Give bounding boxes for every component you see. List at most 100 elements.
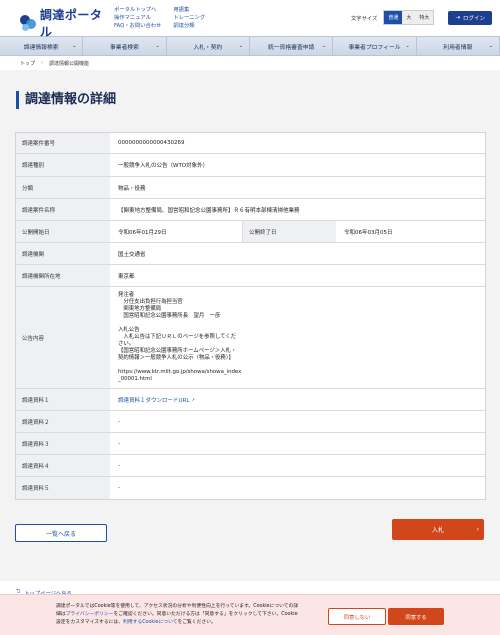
global-nav: 調達情報検索 ⌄ 事業者検索 ⌄ 入札・契約 ⌄ 統一資格審査申請 ⌄ 事業者プロフィー… xyxy=(0,36,500,56)
link-portal-top[interactable]: ポータルトップへ xyxy=(114,6,161,14)
table-row: 公開開始日 令和06年01月29日 公開終了日 令和06年03月05日 xyxy=(16,221,485,243)
link-manual[interactable]: 操作マニュアル xyxy=(114,14,161,22)
row-label: 調達資料２ xyxy=(16,411,110,432)
doc2-value: - xyxy=(118,418,120,425)
logo-mark-icon xyxy=(20,14,37,32)
row-label: 公開終了日 xyxy=(242,221,336,242)
cookie-message: 調達ポータルではCookie等を使用して、アクセス状況の分析や利便性向上を行って… xyxy=(56,603,320,627)
publish-start-date: 令和06年01月29日 xyxy=(118,229,167,236)
announcement-content: 発注者 分任支出負担行為担当官 関東地方整備局 国営昭和記念公園事務所長 望月 … xyxy=(118,292,242,382)
table-row: 調達機関所在地 東京都 xyxy=(16,265,485,287)
bid-button[interactable]: 入札 › xyxy=(392,519,484,540)
login-icon: ⇥ xyxy=(455,14,460,21)
nav-qualification[interactable]: 統一資格審査申請 ⌄ xyxy=(250,37,334,55)
row-label: 調達資料４ xyxy=(16,455,110,476)
page-title: 調達情報の詳細 xyxy=(16,91,500,109)
font-size-large-button[interactable]: 大 xyxy=(402,11,416,24)
publish-end-date: 令和06年03月05日 xyxy=(344,229,393,236)
chevron-down-icon: ⌄ xyxy=(155,43,160,49)
table-row: 公告内容 発注者 分任支出負担行為担当官 関東地方整備局 国営昭和記念公園事務所… xyxy=(16,287,485,389)
row-label: 公開開始日 xyxy=(16,221,110,242)
login-label: ログイン xyxy=(462,15,485,22)
breadcrumb-top[interactable]: トップ xyxy=(20,60,35,67)
detail-table: 調達案件番号 0000000000000430269 調達種別 一般競争入札の公… xyxy=(15,132,486,500)
row-label: 調達機関 xyxy=(16,243,110,264)
procuring-agency: 国土交通省 xyxy=(118,251,146,258)
row-label: 調達案件番号 xyxy=(16,133,110,153)
row-label: 調達資料５ xyxy=(16,477,110,499)
case-number: 0000000000000430269 xyxy=(118,140,185,146)
row-label: 公告内容 xyxy=(16,287,110,388)
nav-procurement-search[interactable]: 調達情報検索 ⌄ xyxy=(0,37,84,55)
chevron-down-icon: ⌄ xyxy=(238,43,243,49)
site-logo[interactable]: 調達ポータル xyxy=(20,6,110,40)
doc4-value: - xyxy=(118,462,120,469)
table-row: 調達案件名称 【関東地方整備局、国営昭和記念公園事務所】Ｒ６有明本部棟清掃他業務 xyxy=(16,199,485,221)
table-row: 調達資料１ 調達資料１ダウンロードURL ↗ xyxy=(16,389,485,411)
chevron-down-icon: ⌄ xyxy=(72,43,77,49)
font-size-switcher: 普通 大 特大 xyxy=(383,10,435,25)
bid-label: 入札 xyxy=(431,527,444,534)
nav-label: 事業者プロフィール xyxy=(348,44,401,51)
chevron-down-icon: ⌄ xyxy=(405,43,410,49)
table-row: 分類 物品・役務 xyxy=(16,177,485,199)
link-category[interactable]: 調達分類 xyxy=(173,22,205,30)
main-content: 調達情報の詳細 調達案件番号 0000000000000430269 調達種別 … xyxy=(0,70,500,597)
nav-label: 統一資格審査申請 xyxy=(267,44,315,51)
case-name: 【関東地方整備局、国営昭和記念公園事務所】Ｒ６有明本部棟清掃他業務 xyxy=(118,207,300,214)
table-row: 調達種別 一般競争入札の公告（WTO対象外） xyxy=(16,154,485,177)
cookie-text-line: をご確認ください。同意いただける方は「同意する」をクリックして下さい。Cooki… xyxy=(113,612,298,617)
cookie-accept-button[interactable]: 同意する xyxy=(388,608,444,625)
table-row: 調達機関 国土交通省 xyxy=(16,243,485,265)
header-links: ポータルトップへ 操作マニュアル FAQ・お問い合わせ 用語集 トレーニング 調… xyxy=(114,6,205,30)
chevron-right-icon: › xyxy=(41,60,44,66)
row-label: 調達案件名称 xyxy=(16,199,110,220)
nav-label: 利用者情報 xyxy=(443,44,473,51)
nav-label: 事業者検索 xyxy=(109,44,139,51)
nav-business-search[interactable]: 事業者検索 ⌄ xyxy=(83,37,167,55)
table-row: 調達資料４ - xyxy=(16,455,485,477)
privacy-policy-link[interactable]: プライバシーポリシー xyxy=(66,612,114,617)
cookie-usage-link[interactable]: 利用するCookieについて xyxy=(123,620,177,625)
cookie-text-line: 細は xyxy=(56,612,66,617)
chevron-down-icon: ⌄ xyxy=(322,43,327,49)
nav-user-info[interactable]: 利用者情報 ⌄ xyxy=(417,37,500,55)
external-link-icon: ↗ xyxy=(191,397,195,402)
chevron-right-icon: › xyxy=(476,526,479,533)
font-size-label: 文字サイズ xyxy=(351,15,378,22)
logo-text: 調達ポータル xyxy=(39,8,103,39)
doc3-value: - xyxy=(118,440,120,447)
agency-location: 東京都 xyxy=(118,273,135,280)
breadcrumb-current: 調達情報公開機能 xyxy=(49,60,90,67)
category: 物品・役務 xyxy=(118,185,146,192)
nav-bid-contract[interactable]: 入札・契約 ⌄ xyxy=(167,37,250,55)
table-row: 調達資料２ - xyxy=(16,411,485,433)
site-header: 調達ポータル ポータルトップへ 操作マニュアル FAQ・お問い合わせ 用語集 ト… xyxy=(0,0,500,39)
back-to-list-button[interactable]: 一覧へ戻る xyxy=(15,524,107,542)
cookie-text-line: 設定をカスタマイズするには、 xyxy=(56,620,124,625)
link-faq[interactable]: FAQ・お問い合わせ xyxy=(114,22,161,30)
table-row: 調達資料３ - xyxy=(16,433,485,455)
row-label: 調達機関所在地 xyxy=(16,265,110,286)
row-label: 調達種別 xyxy=(16,154,110,176)
nav-business-profile[interactable]: 事業者プロフィール ⌄ xyxy=(333,37,417,55)
row-label: 調達資料３ xyxy=(16,433,110,454)
cookie-banner: 調達ポータルではCookie等を使用して、アクセス状況の分析や利便性向上を行って… xyxy=(0,594,500,635)
cookie-text-line: 調達ポータルではCookie等を使用して、アクセス状況の分析や利便性向上を行って… xyxy=(56,604,299,609)
table-row: 調達案件番号 0000000000000430269 xyxy=(16,133,485,154)
nav-label: 入札・契約 xyxy=(193,44,223,51)
font-size-xlarge-button[interactable]: 特大 xyxy=(415,11,434,24)
cookie-text-line: をご覧ください。 xyxy=(177,620,216,625)
breadcrumb: トップ › 調達情報公開機能 xyxy=(0,56,500,70)
doc1-download-link[interactable]: 調達資料１ダウンロードURL xyxy=(118,396,189,404)
row-label: 分類 xyxy=(16,177,110,198)
doc5-value: - xyxy=(118,485,120,491)
procurement-type: 一般競争入札の公告（WTO対象外） xyxy=(118,163,209,169)
link-training[interactable]: トレーニング xyxy=(173,14,205,22)
row-label: 調達資料１ xyxy=(16,389,110,410)
table-row: 調達資料５ - xyxy=(16,477,485,499)
link-glossary[interactable]: 用語集 xyxy=(173,6,205,14)
font-size-normal-button[interactable]: 普通 xyxy=(384,11,403,24)
login-button[interactable]: ⇥ ログイン xyxy=(448,10,492,25)
cookie-decline-button[interactable]: 同意しない xyxy=(328,608,386,625)
